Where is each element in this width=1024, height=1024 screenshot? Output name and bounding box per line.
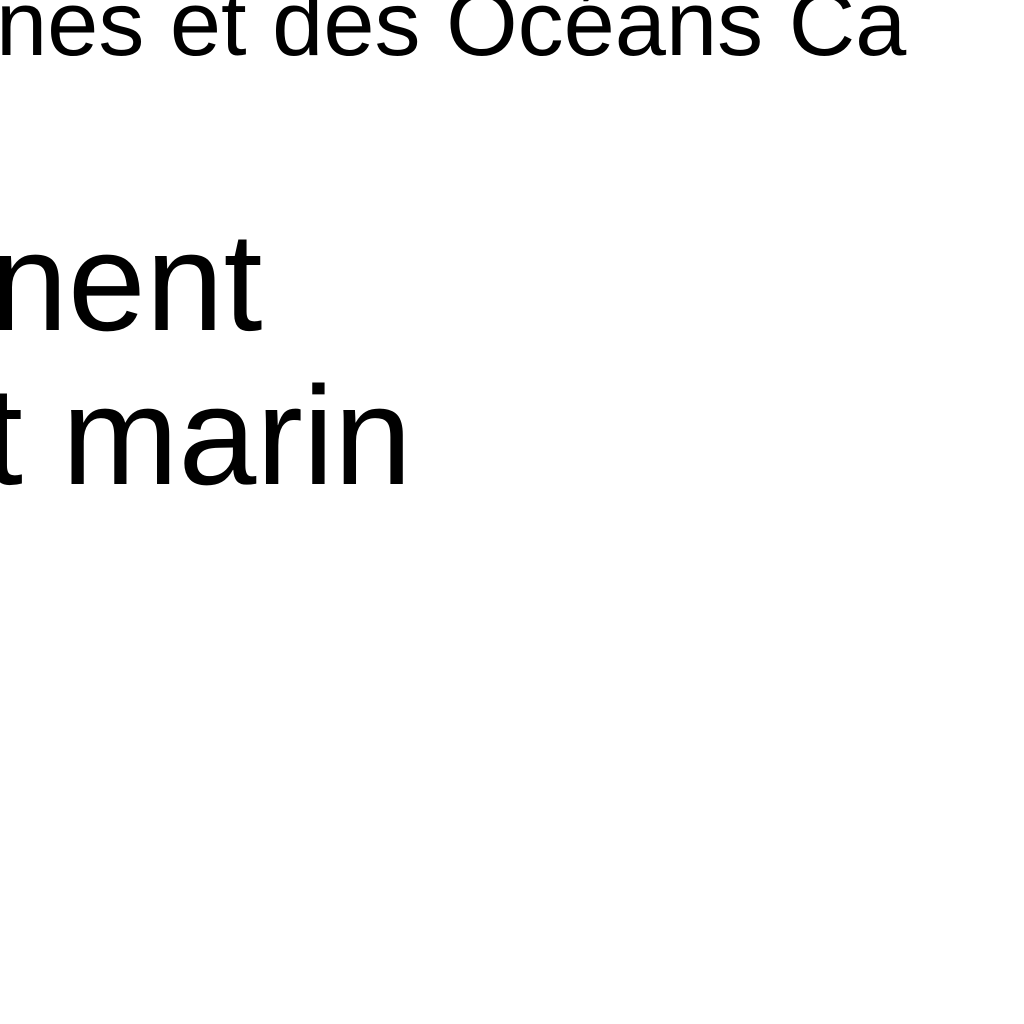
- organization-name-text: nes et des Océans Ca: [0, 0, 907, 75]
- heading-line-1: nent: [0, 203, 263, 360]
- document-page: nes et des Océans Ca nent t marin: [0, 0, 1024, 1024]
- heading-line-2: t marin: [0, 357, 412, 514]
